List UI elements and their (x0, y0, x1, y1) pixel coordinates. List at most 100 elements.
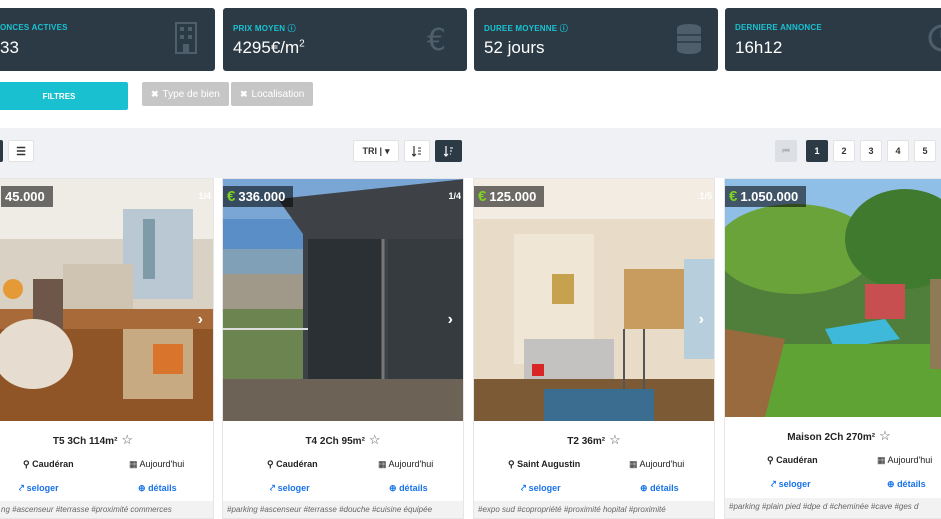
chip-label: Type de bien (162, 88, 220, 100)
filter-chip-location[interactable]: ✖ Localisation (231, 82, 314, 106)
listing-location: ⚲ Caudéran (267, 459, 318, 469)
listing-date: ▦ Aujourd'hui (129, 459, 185, 469)
stat-label: ONCES ACTIVES (0, 23, 68, 32)
price-value: 125.000 (489, 189, 537, 204)
remove-icon[interactable]: ✖ (151, 89, 159, 100)
chip-label: Localisation (251, 88, 305, 100)
source-link[interactable]: ⤤ seloger (771, 479, 811, 490)
filters-button[interactable]: FILTRES (0, 82, 128, 110)
source-text: seloger (26, 483, 59, 493)
source-text: seloger (528, 483, 561, 493)
next-photo-icon[interactable]: › (448, 311, 453, 329)
filter-chip-property-type[interactable]: ✖ Type de bien (142, 82, 229, 106)
listing-title: T2 36m² ☆ (474, 432, 714, 448)
stat-value-main: 4295€/m (233, 38, 300, 57)
listing-title: T5 3Ch 114m² ☆ (0, 432, 213, 448)
stat-active-listings: ONCES ACTIVES 33 (0, 8, 215, 71)
svg-text:€: € (427, 23, 446, 56)
listing-photo[interactable]: €125.000 1/5 › (474, 179, 714, 421)
pagination-first[interactable]: ⏮ (775, 140, 797, 162)
next-photo-icon[interactable]: › (198, 311, 203, 329)
stat-value: 16h12 (735, 38, 783, 57)
favorite-star-icon[interactable]: ☆ (609, 432, 621, 447)
stat-value: 52 jours (484, 38, 545, 57)
title-text: T5 3Ch 114m² (52, 436, 118, 447)
plus-icon: ⊕ (389, 483, 397, 493)
price-value: 1.050.000 (740, 189, 799, 204)
coins-icon (677, 24, 701, 54)
plus-icon: ⊕ (887, 479, 895, 489)
source-link[interactable]: ⤤ seloger (270, 483, 310, 494)
details-link[interactable]: ⊕ détails (640, 483, 679, 494)
listing-photo[interactable]: 45.000 1/4 › (0, 179, 213, 421)
sort-dropdown[interactable]: TRI | ▾ (353, 140, 399, 162)
details-link[interactable]: ⊕ détails (138, 483, 177, 494)
chevron-down-icon: ▾ (385, 145, 390, 156)
listing-card[interactable]: 45.000 1/4 › T5 3Ch 114m² ☆ ⚲ Caudéran ▦ … (0, 178, 214, 519)
price-tag: 45.000 (1, 186, 53, 207)
grid-view-button[interactable] (0, 140, 3, 162)
listing-tags: #parking #ascenseur #terrasse #douche #c… (223, 501, 463, 518)
location-text: Caudéran (776, 455, 818, 465)
sort-descending-icon (443, 146, 453, 157)
stat-value: 33 (0, 38, 19, 57)
location-text: Caudéran (32, 459, 74, 469)
details-text: détails (148, 483, 177, 493)
details-text: détails (897, 479, 926, 489)
listing-date: ▦ Aujourd'hui (629, 459, 685, 469)
plus-icon: ⊕ (640, 483, 648, 493)
listing-photo[interactable]: €336.000 1/4 › (223, 179, 463, 421)
stat-label: PRIX MOYEN ⓘ (233, 24, 296, 33)
stat-last-listing: DERNIERE ANNONCE 16h12 (725, 8, 941, 71)
remove-icon[interactable]: ✖ (240, 89, 248, 100)
building-icon (175, 22, 197, 54)
source-link[interactable]: ⤤ seloger (19, 483, 59, 494)
pagination-page-5[interactable]: 5 (914, 140, 936, 162)
page-number: 1 (814, 146, 820, 156)
page-number: 3 (868, 146, 874, 156)
listing-date: ▦ Aujourd'hui (378, 459, 434, 469)
pagination-page-2[interactable]: 2 (833, 140, 855, 162)
title-text: T2 36m² (567, 436, 606, 447)
date-text: Aujourd'hui (139, 459, 185, 469)
listing-location: ⚲ Saint Augustin (508, 459, 581, 469)
favorite-star-icon[interactable]: ☆ (879, 428, 891, 443)
listing-photo[interactable]: €1.050.000 (725, 179, 941, 417)
first-page-icon: ⏮ (782, 146, 790, 155)
pagination-page-3[interactable]: 3 (860, 140, 882, 162)
details-link[interactable]: ⊕ détails (887, 479, 926, 490)
euro-icon: € (729, 188, 738, 205)
date-text: Aujourd'hui (388, 459, 434, 469)
listing-card[interactable]: €125.000 1/5 › T2 36m² ☆ ⚲ Saint Augustin… (473, 178, 715, 519)
listing-card[interactable]: €336.000 1/4 › T4 2Ch 95m² ☆ ⚲ Caudéran ▦… (222, 178, 464, 519)
date-text: Aujourd'hui (639, 459, 685, 469)
source-link[interactable]: ⤤ seloger (521, 483, 561, 494)
title-text: T4 2Ch 95m² (305, 436, 365, 447)
sort-ascending-icon (412, 146, 421, 157)
listing-location: ⚲ Caudéran (767, 455, 818, 465)
stat-value: 4295€/m2 (233, 38, 305, 58)
euro-icon: € (478, 188, 487, 205)
favorite-star-icon[interactable]: ☆ (121, 432, 133, 447)
sort-descending-button[interactable] (435, 140, 462, 162)
price-value: 45.000 (5, 189, 45, 204)
favorite-star-icon[interactable]: ☆ (369, 432, 381, 447)
stat-value-sup: 2 (299, 38, 305, 50)
stat-label: DUREE MOYENNE ⓘ (484, 24, 568, 33)
sort-ascending-button[interactable] (404, 140, 430, 162)
list-icon: ☰ (16, 145, 26, 158)
date-text: Aujourd'hui (887, 455, 933, 465)
details-text: détails (650, 483, 679, 493)
location-text: Caudéran (276, 459, 318, 469)
page-number: 4 (895, 146, 901, 156)
listing-card[interactable]: €1.050.000 Maison 2Ch 270m² ☆ ⚲ Caudéran … (724, 178, 941, 519)
sort-label: TRI | (362, 146, 382, 156)
source-text: seloger (778, 479, 811, 489)
listing-tags: #parking #plain pied #dpe d #cheminée #c… (725, 498, 941, 518)
details-link[interactable]: ⊕ détails (389, 483, 428, 494)
list-view-button[interactable]: ☰ (8, 140, 34, 162)
next-photo-icon[interactable]: › (699, 311, 704, 329)
clock-icon (928, 24, 941, 52)
pagination-page-4[interactable]: 4 (887, 140, 909, 162)
pagination-page-1[interactable]: 1 (806, 140, 828, 162)
